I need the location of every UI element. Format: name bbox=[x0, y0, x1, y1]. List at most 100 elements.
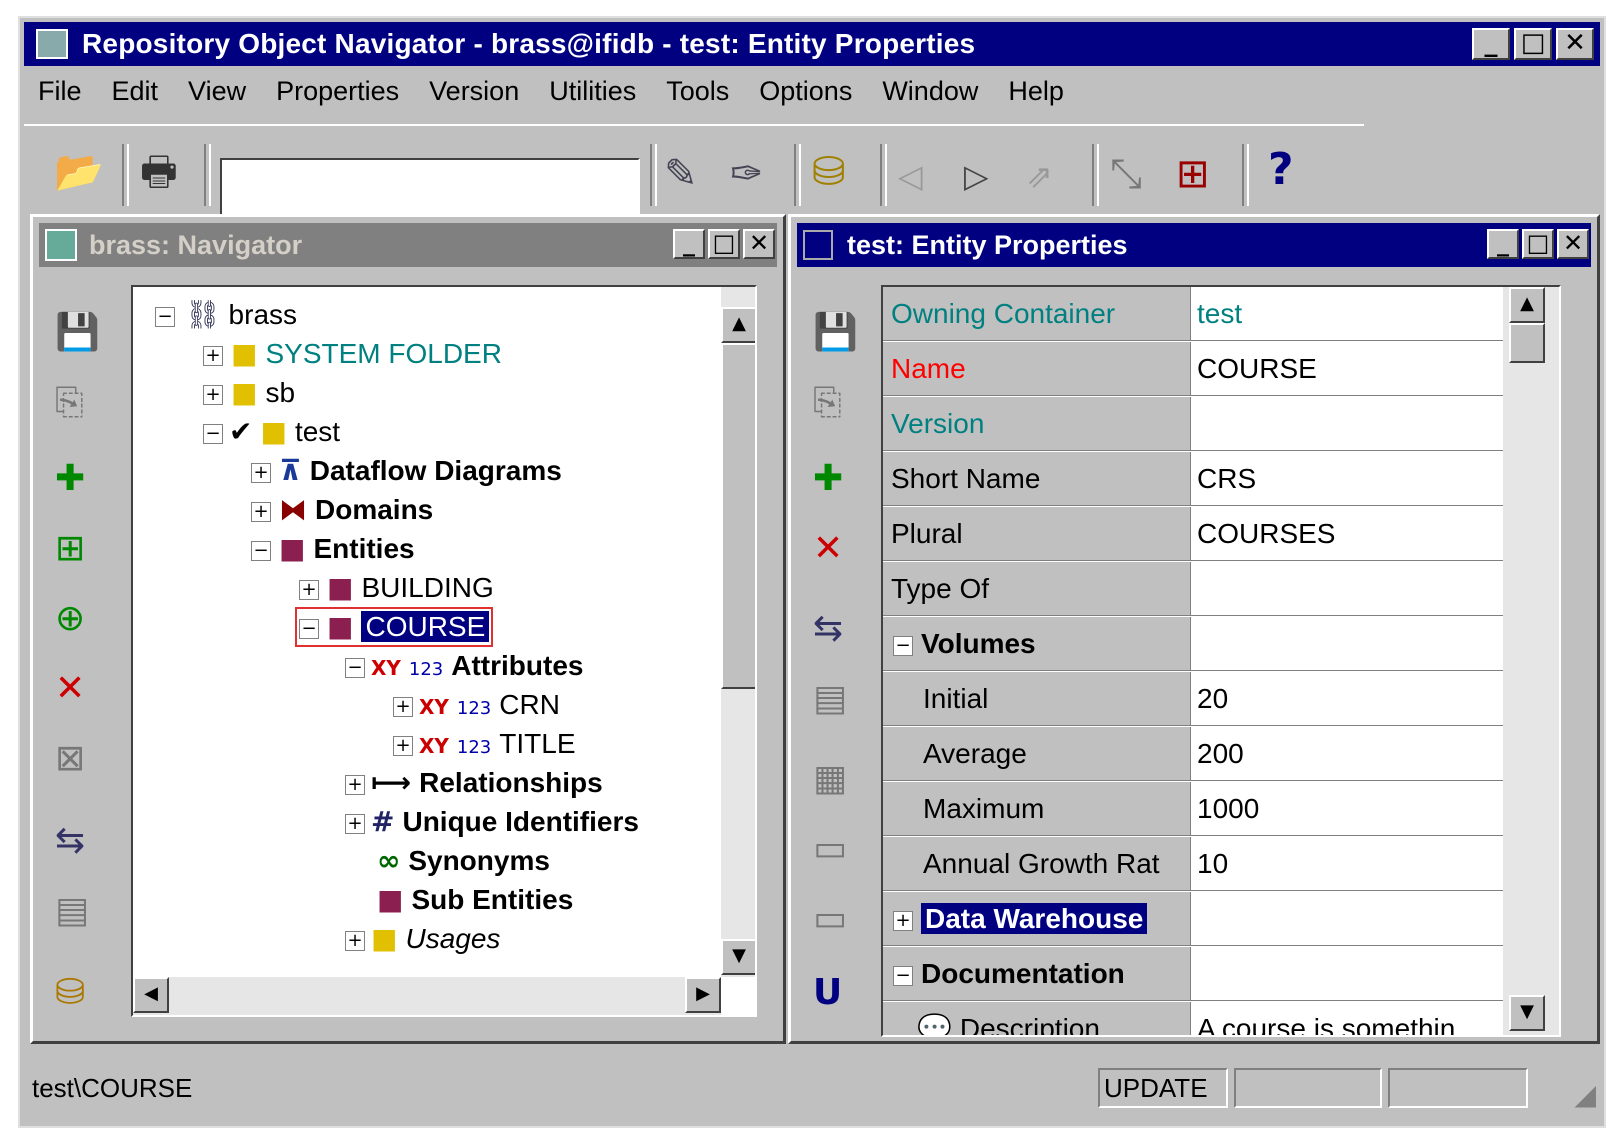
properties-minimize-button[interactable]: _ bbox=[1487, 229, 1519, 259]
menu-version[interactable]: Version bbox=[429, 76, 519, 107]
property-value[interactable]: 10 bbox=[1191, 837, 1503, 891]
maximize-button[interactable]: □ bbox=[1514, 28, 1552, 60]
scroll-up-button[interactable]: ▲ bbox=[721, 307, 755, 343]
property-value[interactable]: COURSES bbox=[1191, 507, 1503, 561]
delete-related-icon[interactable]: ⊠ bbox=[55, 741, 85, 777]
save-icon[interactable]: 💾 bbox=[55, 315, 100, 351]
menu-edit[interactable]: Edit bbox=[112, 76, 159, 107]
properties-report-icon[interactable]: ▤ bbox=[813, 681, 847, 717]
expand-tool-icon[interactable]: ✎ bbox=[664, 154, 698, 194]
goto-icon[interactable]: ⇗ bbox=[1026, 156, 1053, 196]
property-row[interactable]: Average 200 bbox=[883, 727, 1503, 782]
property-row[interactable]: Short Name CRS bbox=[883, 452, 1503, 507]
tree-node-synonyms[interactable]: ∞ Synonyms bbox=[377, 843, 550, 879]
properties-scroll-up-button[interactable]: ▲ bbox=[1509, 287, 1545, 323]
expand-toggle[interactable]: + bbox=[893, 910, 913, 931]
property-value[interactable]: A course is somethin bbox=[1191, 1002, 1503, 1035]
menu-file[interactable]: File bbox=[38, 76, 82, 107]
tree-node-attributes[interactable]: − XY 123 Attributes bbox=[345, 648, 584, 684]
property-row[interactable]: Version bbox=[883, 397, 1503, 452]
database-icon[interactable]: ⛁ bbox=[55, 975, 85, 1011]
properties-copy-icon[interactable]: ⎘ bbox=[813, 385, 842, 421]
scroll-thumb[interactable] bbox=[721, 343, 755, 689]
properties-title-bar[interactable]: test: Entity Properties _ □ ✕ bbox=[797, 223, 1591, 267]
properties-maximize-button[interactable]: □ bbox=[1522, 229, 1554, 259]
properties-create-icon[interactable]: ✚ bbox=[813, 461, 843, 497]
property-row[interactable]: Initial 20 bbox=[883, 672, 1503, 727]
ascii-icon[interactable]: ▭ bbox=[813, 831, 847, 867]
properties-vertical-scrollbar[interactable]: ▲ ▼ bbox=[1503, 287, 1559, 1035]
create-child-icon[interactable]: ⊞ bbox=[55, 531, 85, 567]
delete-icon[interactable]: ✕ bbox=[55, 671, 85, 707]
tree-node-sub-entities[interactable]: ■ Sub Entities bbox=[377, 882, 573, 918]
property-row[interactable]: Plural COURSES bbox=[883, 507, 1503, 562]
minimize-button[interactable]: _ bbox=[1472, 28, 1510, 60]
property-value[interactable] bbox=[1191, 397, 1503, 451]
collapse-toggle[interactable]: − bbox=[893, 635, 913, 656]
property-group-row[interactable]: − Volumes bbox=[883, 617, 1503, 672]
property-value[interactable]: test bbox=[1191, 287, 1503, 341]
property-row[interactable]: Owning Container test bbox=[883, 287, 1503, 342]
connect-icon[interactable]: ⤡ bbox=[1110, 154, 1142, 194]
tree-node-test[interactable]: − ✔ ■ test bbox=[203, 414, 340, 450]
tree-node-usages[interactable]: + ■ Usages bbox=[345, 921, 500, 957]
property-value[interactable]: 20 bbox=[1191, 672, 1503, 726]
navigator-minimize-button[interactable]: _ bbox=[673, 229, 705, 259]
database-query-icon[interactable]: ⛁ bbox=[812, 152, 846, 192]
property-row[interactable]: Type Of bbox=[883, 562, 1503, 617]
tree-node-domains[interactable]: + ⧓ Domains bbox=[251, 492, 433, 528]
navigator-title-bar[interactable]: brass: Navigator _ □ ✕ bbox=[39, 223, 777, 267]
navigator-close-button[interactable]: ✕ bbox=[743, 229, 775, 259]
tree-node-course[interactable]: − ■ COURSE bbox=[295, 607, 494, 647]
tree-node-brass[interactable]: − ⛓ brass bbox=[155, 297, 297, 333]
property-value[interactable] bbox=[1191, 617, 1503, 671]
properties-form-icon[interactable]: ▦ bbox=[813, 761, 847, 797]
property-group-row[interactable]: − Documentation bbox=[883, 947, 1503, 1002]
properties-move-icon[interactable]: ⇆ bbox=[813, 611, 843, 647]
properties-delete-icon[interactable]: ✕ bbox=[813, 531, 843, 567]
property-row[interactable]: 💬 Description A course is somethin bbox=[883, 1002, 1503, 1035]
menu-properties[interactable]: Properties bbox=[276, 76, 399, 107]
tree-node-building[interactable]: + ■ BUILDING bbox=[299, 570, 494, 606]
tree-node-sb[interactable]: + ■ sb bbox=[203, 375, 295, 411]
menu-view[interactable]: View bbox=[188, 76, 246, 107]
menu-options[interactable]: Options bbox=[759, 76, 852, 107]
navigator-vertical-scrollbar[interactable]: ▲ ▼ bbox=[721, 287, 755, 977]
scroll-down-button[interactable]: ▼ bbox=[721, 939, 755, 975]
properties-scroll-down-button[interactable]: ▼ bbox=[1509, 995, 1545, 1031]
menu-window[interactable]: Window bbox=[882, 76, 978, 107]
collapse-toggle[interactable]: − bbox=[893, 965, 913, 986]
tree-node-title[interactable]: + XY 123 TITLE bbox=[393, 726, 576, 762]
tree-node-dataflow-diagrams[interactable]: + ⊼ Dataflow Diagrams bbox=[251, 453, 562, 489]
property-value[interactable]: COURSE bbox=[1191, 342, 1503, 396]
move-icon[interactable]: ⇆ bbox=[55, 823, 85, 859]
property-value[interactable] bbox=[1191, 892, 1503, 946]
property-row[interactable]: Name COURSE bbox=[883, 342, 1503, 397]
back-icon[interactable]: ◁ bbox=[898, 156, 923, 196]
create-related-icon[interactable]: ⊕ bbox=[55, 601, 85, 637]
html-icon[interactable]: ▭ bbox=[813, 901, 847, 937]
resize-grip-icon[interactable]: ◢ bbox=[1574, 1078, 1596, 1111]
report-icon[interactable]: ▤ bbox=[55, 893, 89, 929]
tree-node-entities[interactable]: − ■ Entities bbox=[251, 531, 415, 567]
menu-tools[interactable]: Tools bbox=[666, 76, 729, 107]
collapse-tool-icon[interactable]: ✑ bbox=[730, 154, 764, 194]
help-icon[interactable]: ? bbox=[1268, 148, 1294, 192]
compare-icon[interactable]: ⊞ bbox=[1176, 154, 1210, 194]
search-input[interactable] bbox=[220, 158, 640, 216]
properties-save-icon[interactable]: 💾 bbox=[813, 315, 858, 351]
title-bar[interactable]: Repository Object Navigator - brass@ifid… bbox=[24, 22, 1600, 66]
property-group-row[interactable]: + Data Warehouse bbox=[883, 892, 1503, 947]
underline-icon[interactable]: U bbox=[813, 975, 842, 1011]
property-value[interactable]: 200 bbox=[1191, 727, 1503, 781]
forward-icon[interactable]: ▷ bbox=[964, 156, 989, 196]
copy-icon[interactable]: ⎘ bbox=[55, 385, 84, 421]
property-value[interactable] bbox=[1191, 947, 1503, 1001]
property-value[interactable]: 1000 bbox=[1191, 782, 1503, 836]
property-value[interactable] bbox=[1191, 562, 1503, 616]
menu-help[interactable]: Help bbox=[1008, 76, 1064, 107]
property-value[interactable]: CRS bbox=[1191, 452, 1503, 506]
create-icon[interactable]: ✚ bbox=[55, 461, 85, 497]
tree-node-crn[interactable]: + XY 123 CRN bbox=[393, 687, 560, 723]
print-icon[interactable]: 🖶 bbox=[140, 152, 178, 192]
